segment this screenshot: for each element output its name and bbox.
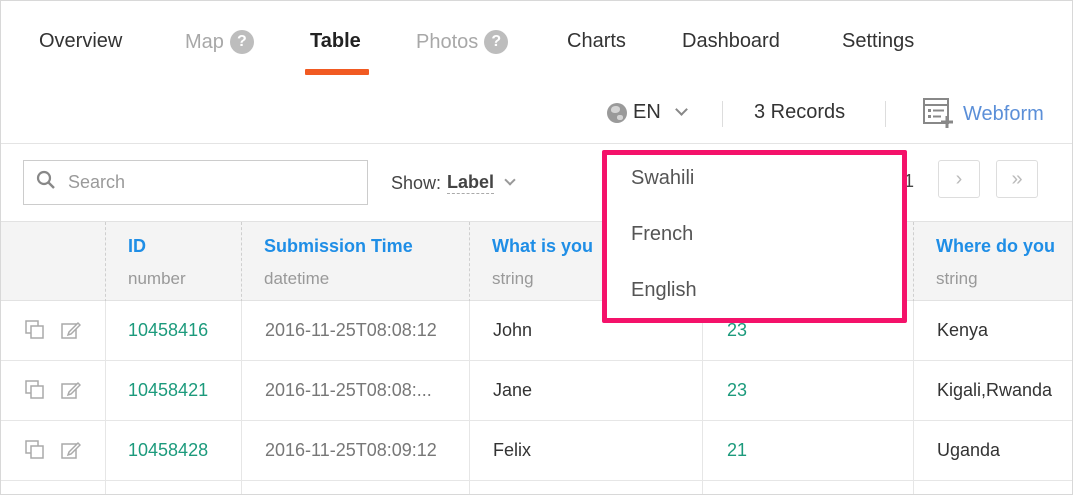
copy-icon[interactable]	[25, 320, 45, 340]
divider	[885, 101, 886, 127]
column-name: What is you	[492, 236, 594, 256]
cell-submission-time: 2016-11-25T08:08:12	[265, 320, 437, 340]
cell-name: Felix	[493, 440, 532, 460]
copy-icon[interactable]	[25, 440, 45, 460]
language-selector[interactable]: EN	[607, 101, 688, 124]
language-option-french[interactable]: French	[631, 223, 693, 246]
tab-label: Photos	[416, 30, 479, 53]
globe-icon	[607, 102, 627, 123]
column-divider	[105, 222, 106, 302]
cell-location: Kenya	[937, 320, 989, 340]
help-icon[interactable]: ?	[484, 30, 509, 54]
last-page-button[interactable]: »	[996, 160, 1038, 198]
cell-name: John	[493, 320, 533, 340]
cell-id[interactable]: 10458416	[128, 320, 208, 341]
main-tabs: Overview Map ? Table Photos ? Charts Das…	[1, 1, 1072, 81]
search-input[interactable]	[68, 172, 348, 193]
records-count: 3 Records	[754, 101, 846, 123]
column-type: datetime	[264, 269, 330, 288]
tab-label: Map	[185, 30, 224, 53]
cell-name: Jane	[493, 380, 533, 400]
copy-icon[interactable]	[25, 380, 45, 400]
table-row: 10458416 2016-11-25T08:08:12 John 23 Ken…	[1, 301, 1072, 361]
tab-charts[interactable]: Charts	[567, 30, 626, 53]
app-frame: Overview Map ? Table Photos ? Charts Das…	[0, 0, 1073, 495]
language-option-swahili[interactable]: Swahili	[631, 167, 694, 190]
column-divider	[469, 222, 470, 302]
column-type: number	[128, 269, 186, 288]
show-value: Label	[447, 172, 495, 194]
column-type: string	[936, 269, 978, 288]
cell-submission-time: 2016-11-25T08:08:...	[265, 380, 432, 400]
divider	[1, 143, 1072, 144]
show-label: Show:	[391, 172, 442, 193]
tab-label: Overview	[39, 30, 123, 52]
edit-icon[interactable]	[61, 320, 82, 340]
cell-age: 21	[727, 440, 748, 460]
cell-id[interactable]: 10458421	[128, 380, 208, 401]
column-name: Where do you	[936, 236, 1056, 256]
column-divider	[913, 222, 914, 302]
cell-location: Uganda	[937, 440, 1001, 460]
cell-submission-time: 2016-11-25T08:09:12	[265, 440, 437, 460]
edit-icon[interactable]	[61, 380, 82, 400]
table-row: 10458421 2016-11-25T08:08:... Jane 23 Ki…	[1, 361, 1072, 421]
table-row: 10458428 2016-11-25T08:09:12 Felix 21 Ug…	[1, 421, 1072, 481]
column-name: Submission Time	[264, 236, 413, 256]
tab-map[interactable]: Map ?	[185, 30, 254, 54]
chevron-down-icon	[674, 103, 688, 116]
tab-dashboard[interactable]: Dashboard	[682, 30, 780, 53]
search-box[interactable]	[23, 160, 368, 205]
edit-icon[interactable]	[61, 440, 82, 460]
column-type: string	[492, 269, 534, 288]
webform-icon	[923, 98, 955, 130]
cell-id[interactable]: 10458428	[128, 440, 208, 461]
divider	[722, 101, 723, 127]
active-tab-indicator	[305, 69, 369, 75]
tab-label: Dashboard	[682, 30, 780, 52]
column-divider	[241, 222, 242, 302]
chevron-down-icon	[504, 174, 516, 186]
language-dropdown: Swahili French English	[602, 150, 907, 323]
tab-label: Table	[310, 30, 361, 52]
cell-age: 23	[727, 380, 748, 400]
tab-label: Charts	[567, 30, 626, 52]
help-icon[interactable]: ?	[229, 30, 254, 54]
tab-label: Settings	[842, 30, 915, 52]
cell-age: 23	[727, 320, 748, 340]
table-header: ID number Submission Time datetime What …	[1, 221, 1072, 302]
language-code: EN	[633, 101, 661, 123]
search-icon	[36, 170, 56, 195]
tab-overview[interactable]: Overview	[39, 30, 122, 53]
next-page-button[interactable]: ›	[938, 160, 980, 198]
show-selector[interactable]: Show: Label	[391, 172, 516, 194]
tab-table[interactable]: Table	[310, 30, 361, 53]
cell-location: Kigali,Rwanda	[937, 380, 1053, 400]
tab-photos[interactable]: Photos ?	[416, 30, 509, 54]
tab-settings[interactable]: Settings	[842, 30, 914, 53]
column-name: ID	[128, 236, 146, 256]
webform-label: Webform	[963, 102, 1044, 125]
webform-link[interactable]: Webform	[923, 98, 1044, 130]
language-option-english[interactable]: English	[631, 279, 697, 302]
